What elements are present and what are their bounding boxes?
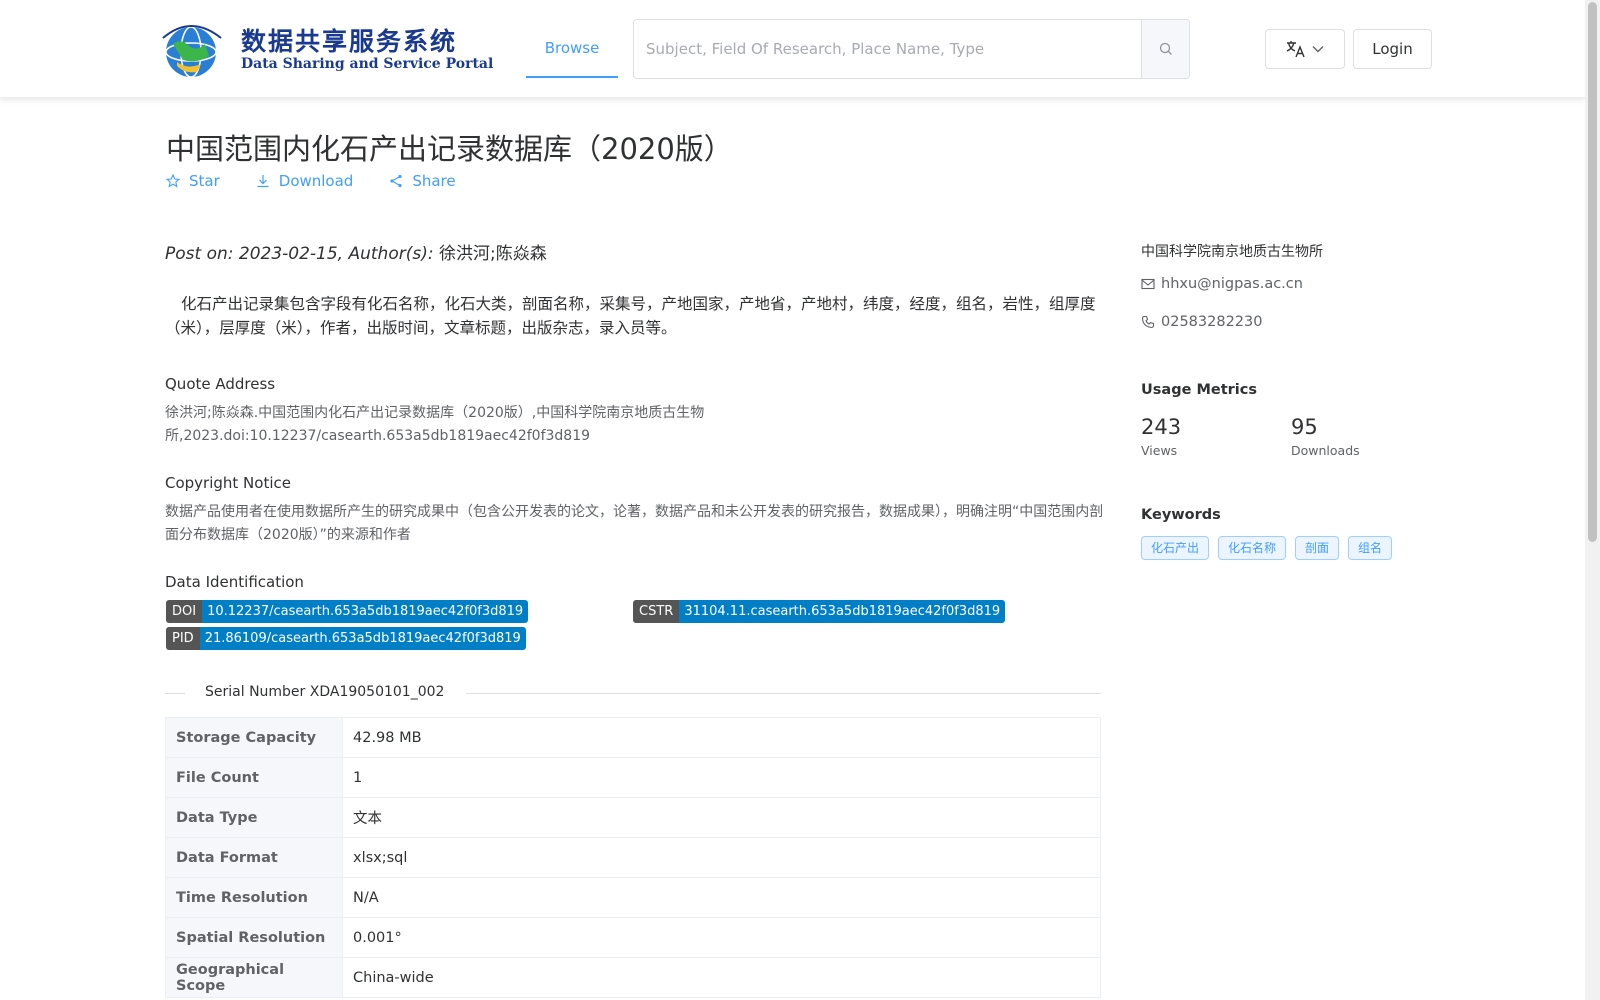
quote-title: Quote Address <box>165 375 276 393</box>
table-row: Time Resolution N/A <box>165 877 1101 918</box>
table-key: Data Format <box>165 837 343 878</box>
quote-text: 徐洪河;陈焱森.中国范围内化石产出记录数据库（2020版）,中国科学院南京地质古… <box>165 405 705 444</box>
cstr-value: 31104.11.casearth.653a5db1819aec42f0f3d8… <box>679 600 1006 623</box>
keyword-tag[interactable]: 化石产出 <box>1141 536 1210 560</box>
keywords-title: Keywords <box>1141 507 1221 523</box>
table-row: File Count 1 <box>165 757 1101 798</box>
table-row: Data Format xlsx;sql <box>165 837 1101 878</box>
table-value: 文本 <box>342 797 1101 838</box>
page-scrollbar[interactable] <box>1585 0 1600 1000</box>
views-label: Views <box>1141 443 1178 458</box>
divider-left <box>165 693 185 694</box>
dataset-description: 化石产出记录集包含字段有化石名称，化石大类，剖面名称，采集号，产地国家，产地省，… <box>165 295 1096 337</box>
table-key: Data Type <box>165 797 343 838</box>
table-value: 42.98 MB <box>342 717 1101 758</box>
top-header: 数据共享服务系统 Data Sharing and Service Portal… <box>0 0 1585 98</box>
download-button[interactable]: Download <box>256 172 354 190</box>
cstr-label: CSTR <box>633 600 680 623</box>
login-button[interactable]: Login <box>1353 29 1432 69</box>
search-button[interactable] <box>1141 20 1189 78</box>
table-value: 0.001° <box>342 917 1101 958</box>
phone-text: 02583282230 <box>1161 314 1263 330</box>
site-logo[interactable]: 数据共享服务系统 Data Sharing and Service Portal <box>153 18 493 80</box>
usage-metrics-title: Usage Metrics <box>1141 382 1257 398</box>
logo-title-cn: 数据共享服务系统 <box>241 27 458 56</box>
star-icon <box>166 174 180 188</box>
keyword-tag[interactable]: 剖面 <box>1295 536 1340 560</box>
doi-value: 10.12237/casearth.653a5db1819aec42f0f3d8… <box>202 600 529 623</box>
pid-label: PID <box>166 627 200 650</box>
table-key: Spatial Resolution <box>165 917 343 958</box>
translate-icon <box>1286 41 1305 58</box>
email-text: hhxu@nigpas.ac.cn <box>1161 276 1303 292</box>
dataset-info-table: Storage Capacity 42.98 MB File Count 1 D… <box>165 717 1101 998</box>
divider-right <box>466 693 1101 694</box>
scrollbar-thumb[interactable] <box>1588 2 1597 542</box>
downloads-count: 95 <box>1291 415 1318 439</box>
share-label: Share <box>412 172 456 190</box>
table-row: Geographical Scope China-wide <box>165 957 1101 998</box>
table-key: File Count <box>165 757 343 798</box>
doi-badge[interactable]: DOI 10.12237/casearth.653a5db1819aec42f0… <box>166 600 529 623</box>
post-date-prefix: Post on: 2023-02-15, Author(s): <box>165 244 439 264</box>
star-button[interactable]: Star <box>166 172 220 190</box>
table-key: Time Resolution <box>165 877 343 918</box>
nav-browse-tab[interactable]: Browse <box>526 20 618 78</box>
star-label: Star <box>189 172 220 190</box>
downloads-label: Downloads <box>1291 443 1360 458</box>
table-row: Spatial Resolution 0.001° <box>165 917 1101 958</box>
search-icon <box>1159 42 1172 55</box>
pid-value: 21.86109/casearth.653a5db1819aec42f0f3d8… <box>199 627 526 650</box>
pid-badge[interactable]: PID 21.86109/casearth.653a5db1819aec42f0… <box>166 627 526 650</box>
copyright-title: Copyright Notice <box>165 474 291 492</box>
table-row: Data Type 文本 <box>165 797 1101 838</box>
phone-icon <box>1141 315 1155 329</box>
serial-number: Serial Number XDA19050101_002 <box>205 684 445 700</box>
language-switcher[interactable] <box>1265 29 1345 69</box>
share-button[interactable]: Share <box>389 172 456 190</box>
table-value: N/A <box>342 877 1101 918</box>
doi-label: DOI <box>166 600 203 623</box>
authors: 徐洪河;陈焱森 <box>438 244 547 264</box>
globe-logo-icon <box>162 25 222 78</box>
views-count: 243 <box>1141 415 1182 439</box>
mail-icon <box>1141 278 1155 290</box>
cstr-badge[interactable]: CSTR 31104.11.casearth.653a5db1819aec42f… <box>633 600 1006 623</box>
table-row: Storage Capacity 42.98 MB <box>165 717 1101 758</box>
contact-email[interactable]: hhxu@nigpas.ac.cn <box>1141 276 1303 292</box>
keyword-tag[interactable]: 化石名称 <box>1218 536 1287 560</box>
download-label: Download <box>278 172 354 190</box>
dataset-title: 中国范围内化石产出记录数据库（2020版） <box>166 132 733 166</box>
organization: 中国科学院南京地质古生物所 <box>1141 244 1323 260</box>
search-bar <box>633 19 1190 79</box>
keyword-tag[interactable]: 组名 <box>1348 536 1393 560</box>
copyright-text: 数据产品使用者在使用数据所产生的研究成果中（包含公开发表的论文，论著，数据产品和… <box>165 504 1104 543</box>
contact-phone[interactable]: 02583282230 <box>1141 314 1262 330</box>
search-input[interactable] <box>634 20 1141 78</box>
post-info: Post on: 2023-02-15, Author(s): 徐洪河;陈焱森 <box>165 239 547 264</box>
identification-title: Data Identification <box>165 573 304 591</box>
table-value: 1 <box>342 757 1101 798</box>
table-value: xlsx;sql <box>342 837 1101 878</box>
chevron-down-icon <box>1312 46 1324 53</box>
dataset-actions: Star Download Share <box>166 172 456 190</box>
download-icon <box>257 175 269 188</box>
share-icon <box>390 174 402 188</box>
table-key: Storage Capacity <box>165 717 343 758</box>
logo-title-en: Data Sharing and Service Portal <box>241 56 494 72</box>
table-key: Geographical Scope <box>165 957 343 998</box>
table-value: China-wide <box>342 957 1101 998</box>
keyword-list: 化石产出 化石名称 剖面 组名 <box>1141 536 1393 560</box>
